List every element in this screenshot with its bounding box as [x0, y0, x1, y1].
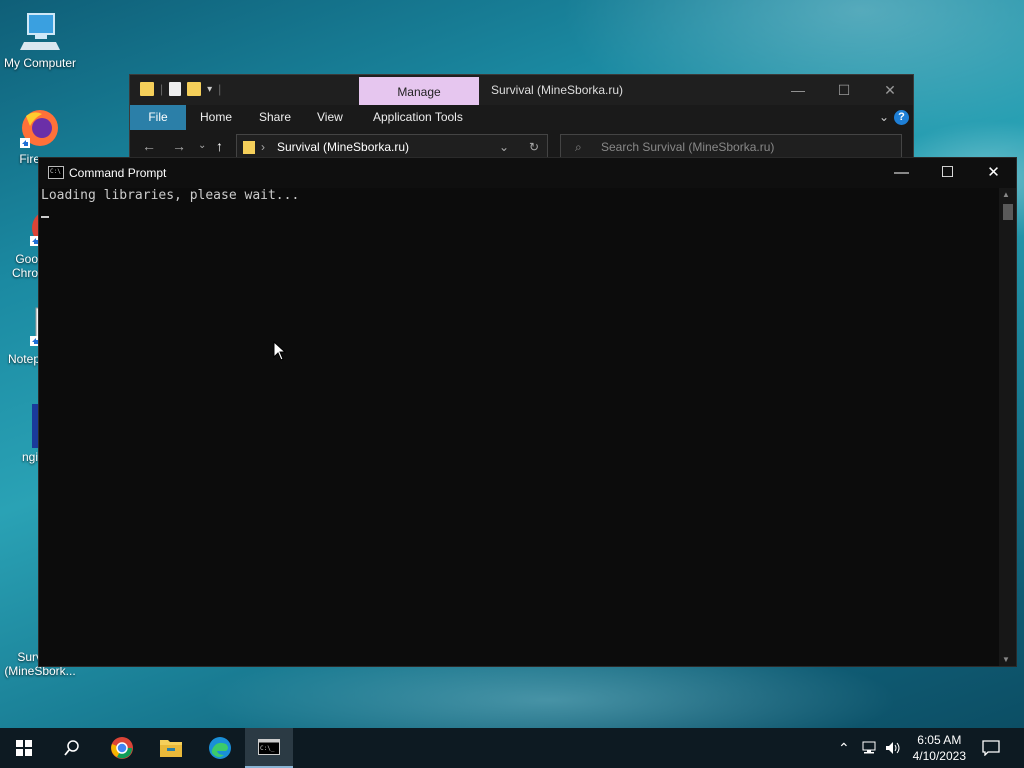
taskbar-clock[interactable]: 6:05 AM 4/10/2023: [913, 732, 966, 764]
network-icon[interactable]: [862, 728, 880, 768]
new-folder-icon[interactable]: [187, 82, 202, 96]
explorer-title: Survival (MineSborka.ru): [491, 83, 624, 97]
explorer-ribbon: File Home Share View Application Tools ⌄…: [130, 105, 913, 130]
explorer-minimize-button[interactable]: —: [775, 75, 821, 105]
quick-access-toolbar: | ▾ |: [140, 82, 221, 96]
explorer-close-button[interactable]: ✕: [867, 75, 913, 105]
recent-locations-icon[interactable]: ⌄: [198, 140, 206, 151]
file-explorer-icon: [160, 740, 182, 757]
back-icon[interactable]: ←: [142, 138, 156, 154]
search-icon: [64, 740, 79, 756]
scroll-thumb[interactable]: [1003, 204, 1013, 220]
taskbar-file-explorer[interactable]: [147, 728, 195, 768]
command-prompt-icon: C:\_: [258, 739, 280, 755]
taskbar-command-prompt[interactable]: C:\_: [245, 728, 293, 768]
svg-text:C:\_: C:\_: [260, 745, 275, 752]
volume-icon[interactable]: [885, 728, 903, 768]
tab-application-tools[interactable]: Application Tools: [373, 105, 463, 130]
tab-file[interactable]: File: [130, 105, 186, 130]
tab-manage[interactable]: Manage: [359, 77, 479, 105]
separator: |: [218, 82, 222, 96]
help-icon[interactable]: ?: [894, 110, 909, 125]
cmd-output-line: Loading libraries, please wait...: [41, 188, 300, 203]
action-center-icon[interactable]: [982, 728, 1000, 768]
scroll-down-icon[interactable]: ▼: [1002, 655, 1010, 664]
text-cursor: [41, 216, 49, 218]
file-explorer-window[interactable]: | ▾ | Manage Survival (MineSborka.ru) — …: [129, 74, 914, 165]
up-icon[interactable]: ↑: [216, 138, 223, 154]
address-text: Survival (MineSborka.ru): [277, 140, 410, 154]
start-icon: [16, 740, 32, 756]
computer-icon: [18, 10, 62, 54]
properties-icon[interactable]: [169, 82, 182, 96]
cmd-close-button[interactable]: ✕: [971, 158, 1016, 188]
show-hidden-icons-icon[interactable]: ⌃: [838, 728, 850, 768]
tab-view[interactable]: View: [317, 105, 343, 130]
explorer-titlebar[interactable]: | ▾ | Manage Survival (MineSborka.ru) — …: [130, 75, 913, 105]
firefox-icon: [16, 106, 60, 150]
search-button[interactable]: [48, 728, 96, 768]
folder-icon: [243, 141, 255, 154]
explorer-maximize-button[interactable]: ☐: [821, 75, 867, 105]
taskbar: C:\_ ⌃ 6:05 AM 4/10/2023: [0, 728, 1024, 768]
start-button[interactable]: [0, 728, 48, 768]
taskbar-chrome[interactable]: [98, 728, 146, 768]
tab-home[interactable]: Home: [200, 105, 232, 130]
desktop-icon-my-computer[interactable]: My Computer: [0, 10, 80, 70]
taskbar-edge[interactable]: [196, 728, 244, 768]
cmd-scrollbar[interactable]: ▲ ▼: [999, 188, 1016, 666]
clock-date: 4/10/2023: [912, 749, 966, 763]
command-prompt-icon: C:\: [48, 166, 64, 179]
command-prompt-window[interactable]: C:\ Command Prompt — ☐ ✕ Loading librari…: [38, 157, 1017, 667]
cmd-maximize-button[interactable]: ☐: [925, 158, 970, 188]
search-placeholder: Search Survival (MineSborka.ru): [601, 140, 775, 154]
clock-time: 6:05 AM: [917, 733, 962, 747]
cmd-minimize-button[interactable]: —: [879, 158, 924, 188]
cmd-title: Command Prompt: [69, 166, 167, 180]
folder-icon: [140, 82, 154, 96]
edge-icon: [209, 737, 231, 759]
cmd-output[interactable]: Loading libraries, please wait...: [39, 188, 999, 666]
chrome-icon: [111, 737, 133, 759]
separator: |: [160, 82, 164, 96]
tab-share[interactable]: Share: [259, 105, 291, 130]
expand-ribbon-icon[interactable]: ⌄: [879, 105, 889, 130]
cmd-titlebar[interactable]: C:\ Command Prompt — ☐ ✕: [39, 158, 1016, 188]
forward-icon[interactable]: →: [172, 138, 186, 154]
scroll-up-icon[interactable]: ▲: [1002, 190, 1010, 199]
customize-toolbar-icon[interactable]: ▾: [207, 84, 212, 95]
desktop-icon-label: My Computer: [3, 56, 77, 70]
